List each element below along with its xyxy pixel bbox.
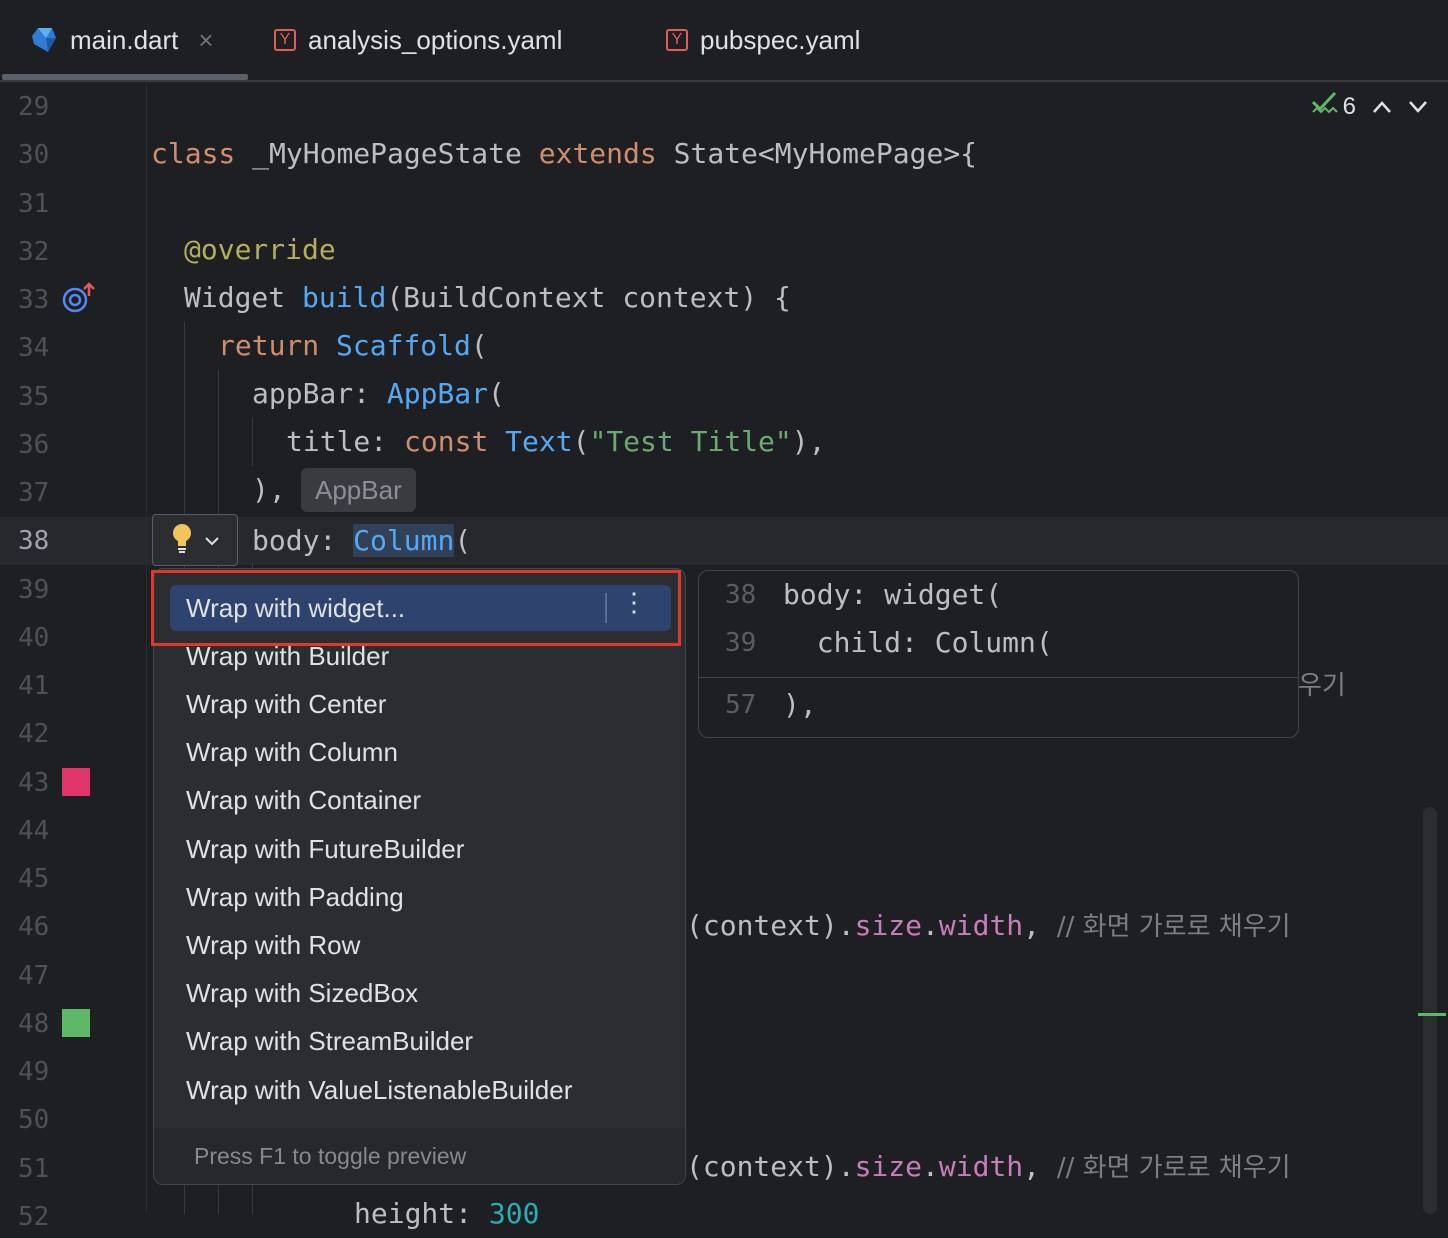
editor-tab-bar: main.dart × Y analysis_options.yaml Y pu… — [0, 0, 1448, 82]
line-number: 33 — [18, 285, 50, 315]
line-number: 46 — [18, 912, 50, 943]
preview-code-line: ), — [783, 688, 817, 721]
code-line-34: return Scaffold( — [218, 329, 488, 362]
line-number: 48 — [18, 1008, 50, 1039]
yaml-icon: Y — [666, 29, 688, 51]
line-number: 42 — [18, 719, 50, 750]
menu-item-wrap-with-streambuilder[interactable]: Wrap with StreamBuilder — [170, 1019, 671, 1065]
line-number: 38 — [18, 526, 50, 557]
color-marker-red[interactable] — [62, 768, 90, 796]
line-number: 34 — [18, 333, 50, 364]
line-number: 52 — [18, 1201, 50, 1232]
gutter-divider — [146, 82, 147, 1214]
menu-item-wrap-with-container[interactable]: Wrap with Container — [170, 778, 671, 824]
line-number: 51 — [18, 1153, 50, 1184]
preview-code-line: body: widget( — [783, 578, 1003, 611]
menu-item-label: Wrap with Container — [186, 785, 422, 816]
code-line-37: ), — [252, 473, 286, 506]
line-number: 40 — [18, 622, 50, 653]
line-number: 43 — [18, 767, 50, 798]
tab-label: analysis_options.yaml — [308, 24, 563, 55]
line-number: 32 — [18, 236, 50, 267]
code-line-36: title: const Text("Test Title"), — [286, 425, 826, 458]
menu-item-label: Wrap with Padding — [186, 881, 404, 912]
menu-item-label: Wrap with widget... — [186, 592, 406, 623]
line-number: 45 — [18, 864, 50, 894]
line-number: 37 — [18, 478, 50, 508]
vertical-scrollbar[interactable] — [1423, 807, 1437, 1214]
menu-item-wrap-with-column[interactable]: Wrap with Column — [170, 730, 671, 776]
code-line-35: appBar: AppBar( — [252, 377, 505, 410]
popup-footer-hint: Press F1 to toggle preview — [154, 1128, 685, 1184]
tab-analysis-options[interactable]: Y analysis_options.yaml — [274, 0, 562, 80]
inspection-count: 6 — [1342, 92, 1356, 120]
intention-actions-popup: Wrap with widget... ⋮ Wrap with Builder Wra… — [153, 568, 686, 1185]
code-line-33: Widget build(BuildContext context) { — [184, 281, 791, 314]
tab-pubspec[interactable]: Y pubspec.yaml — [666, 0, 860, 80]
preview-code-line: child: Column( — [783, 626, 1053, 659]
line-number: 49 — [18, 1057, 50, 1087]
menu-item-label: Wrap with FutureBuilder — [186, 833, 465, 864]
line-number: 50 — [18, 1105, 50, 1136]
menu-item-label: Wrap with Builder — [186, 640, 390, 671]
line-number: 44 — [18, 815, 50, 846]
inlay-hint-appbar: AppBar — [301, 468, 416, 512]
menu-item-wrap-with-futurebuilder[interactable]: Wrap with FutureBuilder — [170, 826, 671, 872]
code-line-32: @override — [184, 233, 336, 266]
menu-item-separator — [605, 593, 607, 623]
override-method-icon[interactable] — [62, 282, 96, 318]
preview-line-number: 39 — [725, 628, 757, 658]
preview-line-number: 38 — [725, 580, 757, 610]
preview-line-number: 57 — [725, 690, 757, 720]
tab-label: pubspec.yaml — [700, 24, 861, 55]
menu-item-wrap-with-widget[interactable]: Wrap with widget... ⋮ — [170, 585, 671, 631]
menu-item-label: Wrap with Center — [186, 688, 387, 719]
double-check-icon — [1311, 90, 1339, 123]
line-number: 47 — [18, 960, 50, 991]
intention-actions-button[interactable] — [152, 514, 238, 566]
menu-item-wrap-with-sizedbox[interactable]: Wrap with SizedBox — [170, 971, 671, 1017]
close-icon[interactable]: × — [198, 25, 213, 56]
scrollbar-change-marker — [1418, 1013, 1446, 1016]
color-marker-green[interactable] — [62, 1009, 90, 1037]
tab-main-dart[interactable]: main.dart × — [30, 0, 214, 80]
code-line-30: class _MyHomePageState extends State<MyH… — [151, 137, 978, 170]
menu-item-label: Wrap with SizedBox — [186, 978, 419, 1009]
code-line-46: (context).size.width, // 화면 가로로 채우기 — [686, 909, 1291, 942]
preview-fold-separator — [699, 677, 1298, 678]
more-options-icon[interactable]: ⋮ — [621, 587, 647, 618]
line-number: 36 — [18, 429, 50, 460]
menu-item-wrap-with-builder[interactable]: Wrap with Builder — [170, 633, 671, 679]
dart-icon — [30, 26, 58, 54]
menu-item-wrap-with-center[interactable]: Wrap with Center — [170, 681, 671, 727]
menu-item-label: Wrap with ValueListenableBuilder — [186, 1074, 573, 1105]
indent-guide — [252, 418, 253, 466]
code-line-52: height: 300 — [354, 1197, 540, 1230]
code-line-41-tail: 우기 — [1298, 671, 1346, 701]
line-number: 41 — [18, 671, 50, 701]
intention-preview-panel: 38 body: widget( 39 child: Column( 57 ), — [698, 570, 1299, 738]
line-number: 29 — [18, 92, 50, 122]
tab-label: main.dart — [70, 24, 179, 55]
menu-item-label: Wrap with StreamBuilder — [186, 1026, 474, 1057]
yaml-icon: Y — [274, 29, 296, 51]
menu-item-wrap-with-padding[interactable]: Wrap with Padding — [170, 874, 671, 920]
line-number: 30 — [18, 140, 50, 171]
line-number: 39 — [18, 574, 50, 605]
menu-item-label: Wrap with Column — [186, 737, 398, 768]
code-line-51: (context).size.width, // 화면 가로로 채우기 — [686, 1150, 1291, 1183]
inspection-status[interactable]: 6 — [1311, 90, 1428, 123]
active-tab-indicator — [2, 74, 248, 80]
chevron-up-icon[interactable] — [1372, 93, 1392, 121]
lightbulb-icon — [170, 522, 194, 558]
chevron-down-icon[interactable] — [1408, 93, 1428, 121]
line-number: 35 — [18, 381, 50, 412]
line-number: 31 — [18, 188, 50, 219]
menu-item-wrap-with-valuelistenablebuilder[interactable]: Wrap with ValueListenableBuilder — [170, 1067, 671, 1113]
code-line-38: body: Column( — [252, 524, 472, 557]
menu-item-label: Wrap with Row — [186, 929, 361, 960]
chevron-down-icon — [204, 531, 220, 550]
menu-item-wrap-with-row[interactable]: Wrap with Row — [170, 922, 671, 968]
